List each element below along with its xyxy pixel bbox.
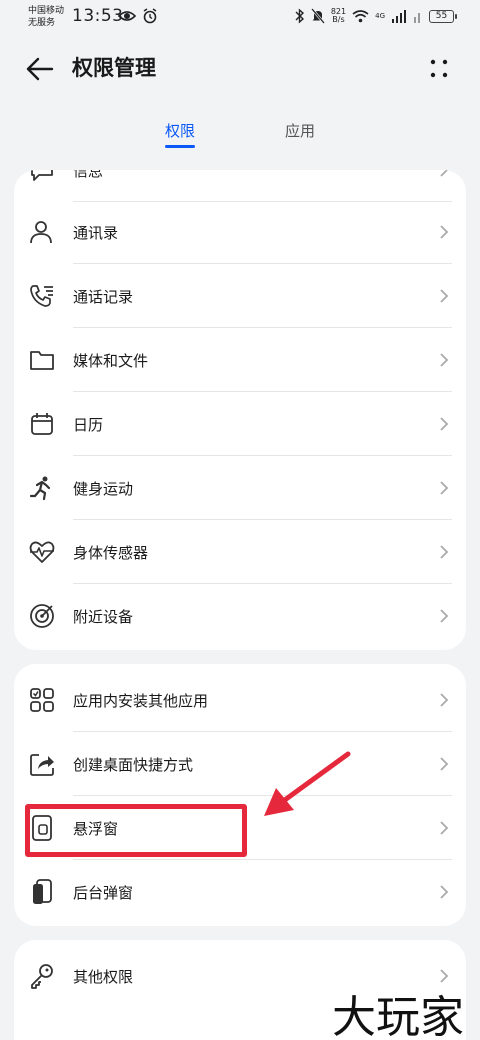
apps-grid-icon <box>30 688 54 712</box>
annotation-arrow-icon <box>264 751 351 816</box>
chevron-right-icon <box>440 170 449 177</box>
chevron-right-icon <box>440 417 449 431</box>
permissions-card-special: 应用内安装其他应用 创建桌面快捷方式 悬浮窗 后台弹窗 <box>14 664 466 926</box>
chevron-right-icon <box>440 545 449 559</box>
permission-label: 应用内安装其他应用 <box>73 692 209 710</box>
arrow-left-icon <box>26 57 54 81</box>
chevron-right-icon <box>440 885 449 899</box>
permission-label: 日历 <box>73 416 104 434</box>
permission-row-fitness[interactable]: 健身运动 <box>14 456 466 520</box>
running-icon <box>29 476 51 501</box>
permission-label: 通讯录 <box>73 224 119 242</box>
permission-row-install-apps[interactable]: 应用内安装其他应用 <box>14 668 466 732</box>
mute-icon <box>310 8 325 24</box>
permission-row-calendar[interactable]: 日历 <box>14 392 466 456</box>
signal-icon-2 <box>414 13 420 23</box>
bluetooth-icon <box>295 8 304 24</box>
permission-label: 创建桌面快捷方式 <box>73 756 194 774</box>
tab-apps[interactable]: 应用 <box>270 120 330 141</box>
chevron-right-icon <box>440 693 449 707</box>
nearby-devices-icon <box>30 604 54 628</box>
status-icons-left <box>118 8 158 24</box>
carrier-info: 中国移动 无服务 <box>28 5 64 29</box>
battery-indicator: 55 <box>429 9 457 23</box>
permission-row-background-popup[interactable]: 后台弹窗 <box>14 860 466 924</box>
chevron-right-icon <box>440 289 449 303</box>
chevron-right-icon <box>440 481 449 495</box>
page-title: 权限管理 <box>72 56 156 80</box>
more-options-button[interactable] <box>424 54 454 84</box>
watermark-logo: 大玩家 <box>332 992 464 1040</box>
permission-row-body-sensors[interactable]: 身体传感器 <box>14 520 466 584</box>
message-icon <box>31 170 53 181</box>
wifi-icon <box>352 10 369 23</box>
permission-row-messages[interactable]: 信息 <box>14 170 466 202</box>
permission-label: 身体传感器 <box>73 544 149 562</box>
permission-label: 附近设备 <box>73 608 134 626</box>
permission-row-desktop-shortcut[interactable]: 创建桌面快捷方式 <box>14 732 466 796</box>
chevron-right-icon <box>440 757 449 771</box>
permission-row-media-files[interactable]: 媒体和文件 <box>14 328 466 392</box>
more-dots-icon <box>430 59 448 78</box>
permission-label: 信息 <box>73 170 104 180</box>
chevron-right-icon <box>440 609 449 623</box>
tab-permissions[interactable]: 权限 <box>150 120 210 141</box>
permission-row-nearby-devices[interactable]: 附近设备 <box>14 584 466 648</box>
carrier-name: 中国移动 <box>28 6 65 16</box>
folder-icon <box>30 351 54 370</box>
watermark-text: 大玩家 <box>332 992 464 1040</box>
tab-active-indicator <box>165 145 195 148</box>
status-icons-right: 821 B/s 4G 55 <box>295 8 457 24</box>
network-speed: 821 B/s <box>331 8 346 24</box>
network-type: 4G <box>375 12 385 20</box>
permission-row-contacts[interactable]: 通讯录 <box>14 200 466 264</box>
permission-label: 媒体和文件 <box>73 352 149 370</box>
carrier-service: 无服务 <box>28 18 56 28</box>
heart-rate-icon <box>29 541 55 563</box>
key-icon <box>31 964 53 989</box>
eye-icon <box>118 11 136 21</box>
contacts-icon <box>30 221 52 244</box>
permission-label: 健身运动 <box>73 480 134 498</box>
permission-label: 通话记录 <box>73 288 134 306</box>
chevron-right-icon <box>440 969 449 983</box>
back-button[interactable] <box>24 54 58 84</box>
network-speed-unit: B/s <box>332 15 345 24</box>
call-log-icon <box>30 285 53 307</box>
chevron-right-icon <box>440 225 449 239</box>
chevron-right-icon <box>440 821 449 835</box>
alarm-icon <box>143 8 157 24</box>
shortcut-icon <box>30 754 54 776</box>
status-bar: 中国移动 无服务 13:53 821 B/s 4G 55 <box>0 0 480 36</box>
highlight-box <box>25 804 247 857</box>
status-time: 13:53 <box>72 6 124 26</box>
permission-label: 其他权限 <box>73 968 134 986</box>
background-popup-icon <box>33 879 52 904</box>
permission-label: 后台弹窗 <box>73 884 134 902</box>
signal-icon <box>392 10 406 23</box>
permission-row-call-log[interactable]: 通话记录 <box>14 264 466 328</box>
chevron-right-icon <box>440 353 449 367</box>
permissions-card-main: 信息 通讯录 通话记录 媒体和文件 日历 健身运动 身体传感器 附近设备 <box>14 170 466 650</box>
calendar-icon <box>31 413 53 435</box>
